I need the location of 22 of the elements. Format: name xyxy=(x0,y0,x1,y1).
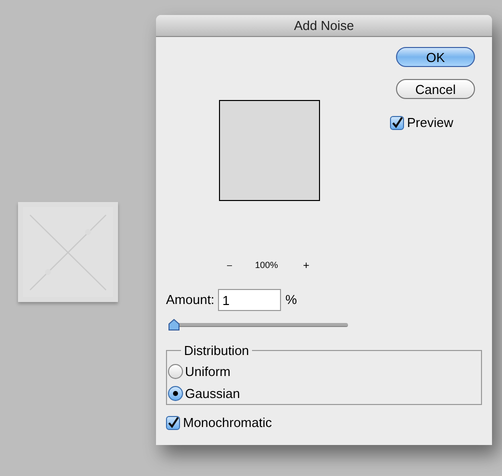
window-title: Add Noise xyxy=(294,16,354,35)
radio-button[interactable] xyxy=(168,386,183,401)
cancel-button[interactable]: Cancel xyxy=(396,79,475,99)
radio-button[interactable] xyxy=(168,364,183,379)
amount-slider[interactable] xyxy=(168,319,348,331)
radio-option[interactable]: Gaussian xyxy=(168,382,473,404)
percent-unit: % xyxy=(285,291,297,310)
ok-button[interactable]: OK xyxy=(396,47,475,67)
monochromatic-checkbox[interactable]: Monochromatic xyxy=(166,413,492,432)
checkmark-icon xyxy=(168,417,178,428)
checkbox[interactable] xyxy=(390,116,404,130)
preview-checkbox[interactable]: Preview xyxy=(390,113,475,132)
zoom-in-button[interactable]: + xyxy=(303,258,310,274)
zoom-out-button[interactable]: – xyxy=(227,259,232,273)
checkbox[interactable] xyxy=(166,416,180,430)
amount-label: Amount: xyxy=(166,291,214,310)
radio-option[interactable]: Uniform xyxy=(168,360,473,382)
slider-thumb[interactable] xyxy=(168,319,180,331)
group-title: Distribution xyxy=(183,342,250,360)
amount-field[interactable]: 1 xyxy=(218,289,282,311)
zoom-level: 100% xyxy=(255,259,278,272)
checkmark-icon xyxy=(392,117,402,128)
